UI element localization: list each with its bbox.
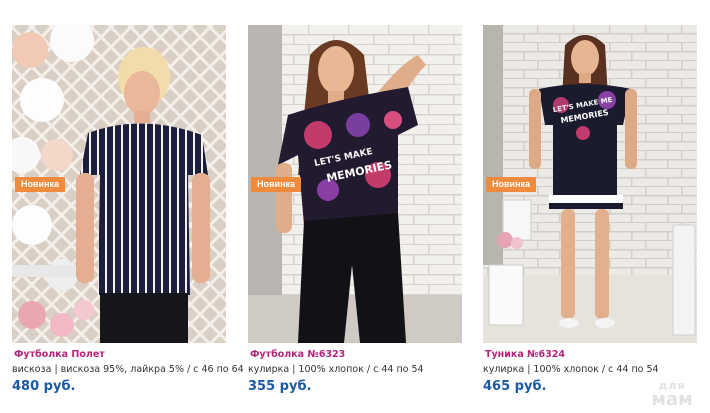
watermark-bottom-text: мам bbox=[651, 389, 693, 410]
product-price: 355 руб. bbox=[248, 379, 312, 394]
product-description: вискоза | вискоза 95%, лайкра 5% / с 46 … bbox=[12, 364, 244, 375]
product-name-link[interactable]: Футболка №6323 bbox=[250, 349, 345, 360]
new-badge: Новинка bbox=[251, 177, 302, 192]
product-price: 465 руб. bbox=[483, 379, 547, 394]
product-card[interactable]: LET'S MAKE MEMORIES Новинка Футболка №63… bbox=[248, 25, 462, 394]
site-watermark-logo: для мам bbox=[644, 380, 700, 409]
product-card[interactable]: LET'S MAKE ME MEMORIES Новинка Туника №6… bbox=[483, 25, 697, 394]
new-badge: Новинка bbox=[15, 177, 66, 192]
new-badge: Новинка bbox=[486, 177, 537, 192]
product-name-link[interactable]: Футболка Полет bbox=[14, 349, 105, 360]
product-price: 480 руб. bbox=[12, 379, 76, 394]
product-description: кулирка | 100% хлопок / с 44 по 54 bbox=[248, 364, 424, 375]
product-description: кулирка | 100% хлопок / с 44 по 54 bbox=[483, 364, 659, 375]
product-card[interactable]: Новинка Футболка Полет вискоза | вискоза… bbox=[12, 25, 244, 394]
product-name-link[interactable]: Туника №6324 bbox=[485, 349, 565, 360]
